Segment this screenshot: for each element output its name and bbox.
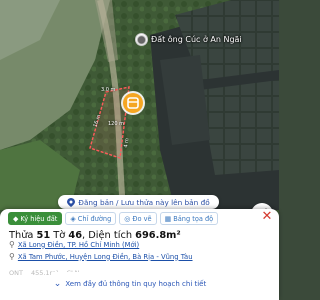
- location-pin-icon: ⚲: [9, 240, 15, 249]
- tab-label: Đo vẽ: [132, 214, 152, 223]
- directions-icon: ◈: [70, 214, 76, 223]
- save-plot-bar[interactable]: Đăng bản / Lưu thửa này lên bản đồ: [58, 195, 219, 209]
- view-full-info-label: Xem đầy đủ thông tin quy hoạch chi tiết: [65, 280, 207, 288]
- close-icon[interactable]: ✕: [261, 210, 273, 224]
- plot-marker-icon[interactable]: [119, 89, 147, 117]
- address-old-text: Xã Tam Phước, Huyện Long Điền, Bà Rịa - …: [17, 252, 193, 261]
- location-pin-icon: [67, 197, 76, 207]
- poi-marker[interactable]: ● Đất ông Cúc ở An Ngãi: [135, 31, 242, 47]
- location-pin-icon: ⚲: [9, 252, 15, 261]
- tab-land-symbol[interactable]: ◆ Ký hiệu đất: [8, 212, 63, 225]
- plot-edge-label: 3.0 m: [101, 87, 116, 93]
- location-pin-icon: ●: [135, 32, 148, 46]
- tab-label: Bảng tọa độ: [173, 214, 214, 223]
- address-new-text: Xã Long Điền, TP. Hồ Chí Minh (Mới): [17, 240, 140, 249]
- save-plot-label: Đăng bản / Lưu thửa này lên bản đồ: [78, 197, 210, 207]
- plot-edge-label: 120 m: [108, 121, 125, 127]
- address-old[interactable]: ⚲ Xã Tam Phước, Huyện Long Điền, Bà Rịa …: [9, 252, 193, 261]
- view-full-info-button[interactable]: ⌄ Xem đầy đủ thông tin quy hoạch chi tiế…: [52, 272, 208, 296]
- plot-area: 696.8m²: [135, 230, 181, 241]
- panel-tabs: ◆ Ký hiệu đất ◈ Chỉ đường ◎ Đo vẽ ▦ Bảng…: [8, 212, 219, 225]
- tab-coordinate-table[interactable]: ▦ Bảng tọa độ: [159, 212, 219, 225]
- land-code: ONT: [9, 269, 23, 277]
- double-chevron-down-icon: ⌄: [53, 279, 62, 289]
- poi-label: Đất ông Cúc ở An Ngãi: [151, 34, 242, 44]
- tab-label: Ký hiệu đất: [20, 214, 58, 223]
- table-icon: ▦: [164, 214, 172, 223]
- tab-measure[interactable]: ◎ Đo vẽ: [119, 212, 157, 225]
- address-new[interactable]: ⚲ Xã Long Điền, TP. Hồ Chí Minh (Mới): [9, 240, 139, 249]
- tab-directions[interactable]: ◈ Chỉ đường: [65, 212, 117, 225]
- measure-icon: ◎: [124, 214, 131, 223]
- tag-icon: ◆: [13, 214, 19, 223]
- tab-label: Chỉ đường: [77, 214, 112, 223]
